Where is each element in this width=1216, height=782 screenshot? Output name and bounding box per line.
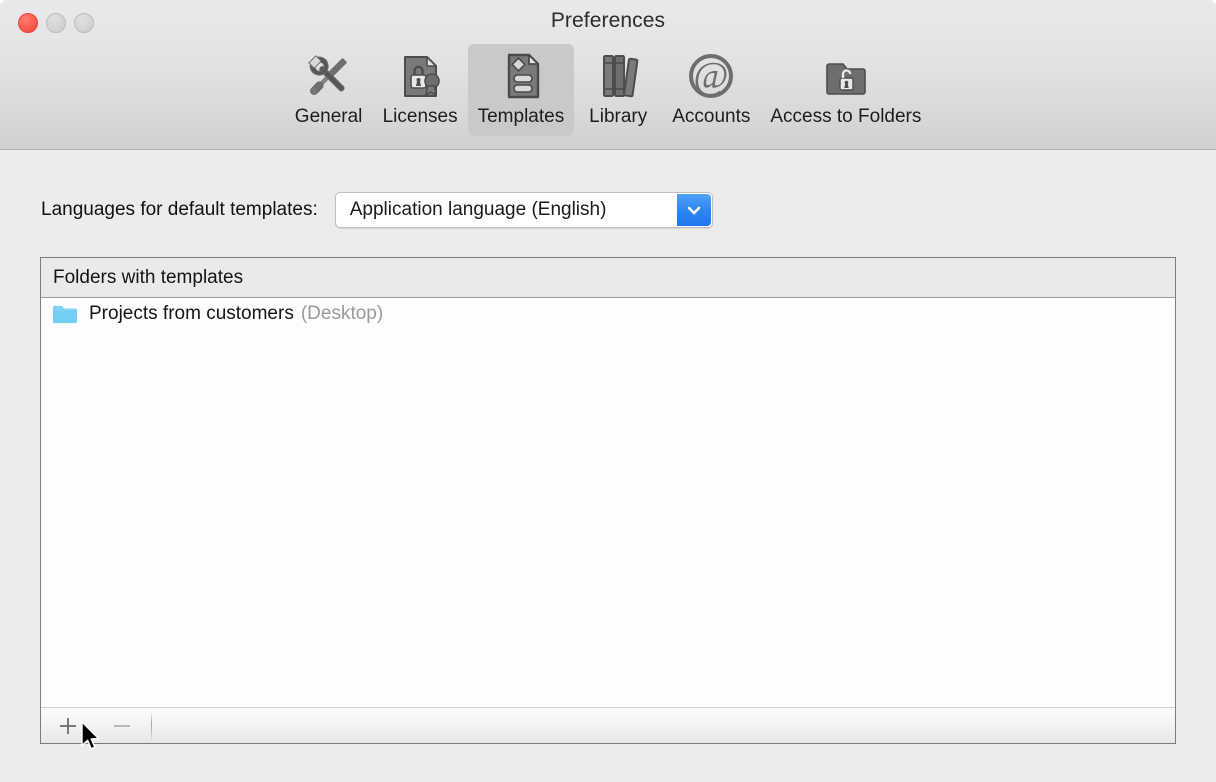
toolbar-label-access-to-folders: Access to Folders xyxy=(770,106,922,127)
tools-icon xyxy=(302,50,356,102)
languages-label: Languages for default templates: xyxy=(41,199,318,220)
list-header: Folders with templates xyxy=(41,258,1175,298)
toolbar-item-general[interactable]: General xyxy=(285,44,373,136)
document-template-icon xyxy=(494,50,548,102)
titlebar-toolbar: Preferences General Licenses Templates L… xyxy=(0,0,1216,150)
folder-lock-icon xyxy=(819,50,873,102)
folders-list[interactable]: Projects from customers (Desktop) xyxy=(41,298,1175,707)
remove-folder-button[interactable] xyxy=(95,708,149,743)
add-folder-button[interactable] xyxy=(41,708,95,743)
list-item-name: Projects from customers xyxy=(89,303,294,324)
toolbar-label-library: Library xyxy=(589,106,648,127)
footer-separator xyxy=(151,712,152,739)
preferences-window: Preferences General Licenses Templates L… xyxy=(0,0,1216,782)
svg-text:@: @ xyxy=(694,55,729,97)
toolbar-label-general: General xyxy=(294,106,363,127)
toolbar-item-access-to-folders[interactable]: Access to Folders xyxy=(760,44,931,136)
toolbar-label-accounts: Accounts xyxy=(672,106,751,127)
books-icon xyxy=(591,50,645,102)
languages-row: Languages for default templates: Applica… xyxy=(41,192,713,228)
chevron-down-icon xyxy=(676,194,711,226)
toolbar-label-templates: Templates xyxy=(477,106,565,127)
list-footer-toolbar xyxy=(41,707,1175,743)
folders-with-templates-panel: Folders with templates Projects from cus… xyxy=(40,257,1176,744)
preferences-content-templates: Languages for default templates: Applica… xyxy=(0,151,1216,782)
toolbar-item-accounts[interactable]: @ Accounts xyxy=(662,44,760,136)
folder-icon xyxy=(52,304,78,324)
list-item-location: (Desktop) xyxy=(300,303,384,324)
toolbar-item-library[interactable]: Library xyxy=(574,44,662,136)
window-title: Preferences xyxy=(550,9,666,32)
list-item[interactable]: Projects from customers (Desktop) xyxy=(41,298,1175,330)
toolbar-label-licenses: Licenses xyxy=(382,106,458,127)
language-popup-button[interactable]: Application language (English) xyxy=(334,192,713,228)
list-header-label: Folders with templates xyxy=(53,266,244,288)
document-lock-seal-icon xyxy=(393,50,447,102)
language-popup-value: Application language (English) xyxy=(349,199,607,220)
toolbar-item-licenses[interactable]: Licenses xyxy=(373,44,468,136)
preferences-toolbar: General Licenses Templates Library @ Acc… xyxy=(0,44,1216,136)
toolbar-item-templates[interactable]: Templates xyxy=(467,44,575,136)
at-sign-icon: @ xyxy=(684,50,738,102)
